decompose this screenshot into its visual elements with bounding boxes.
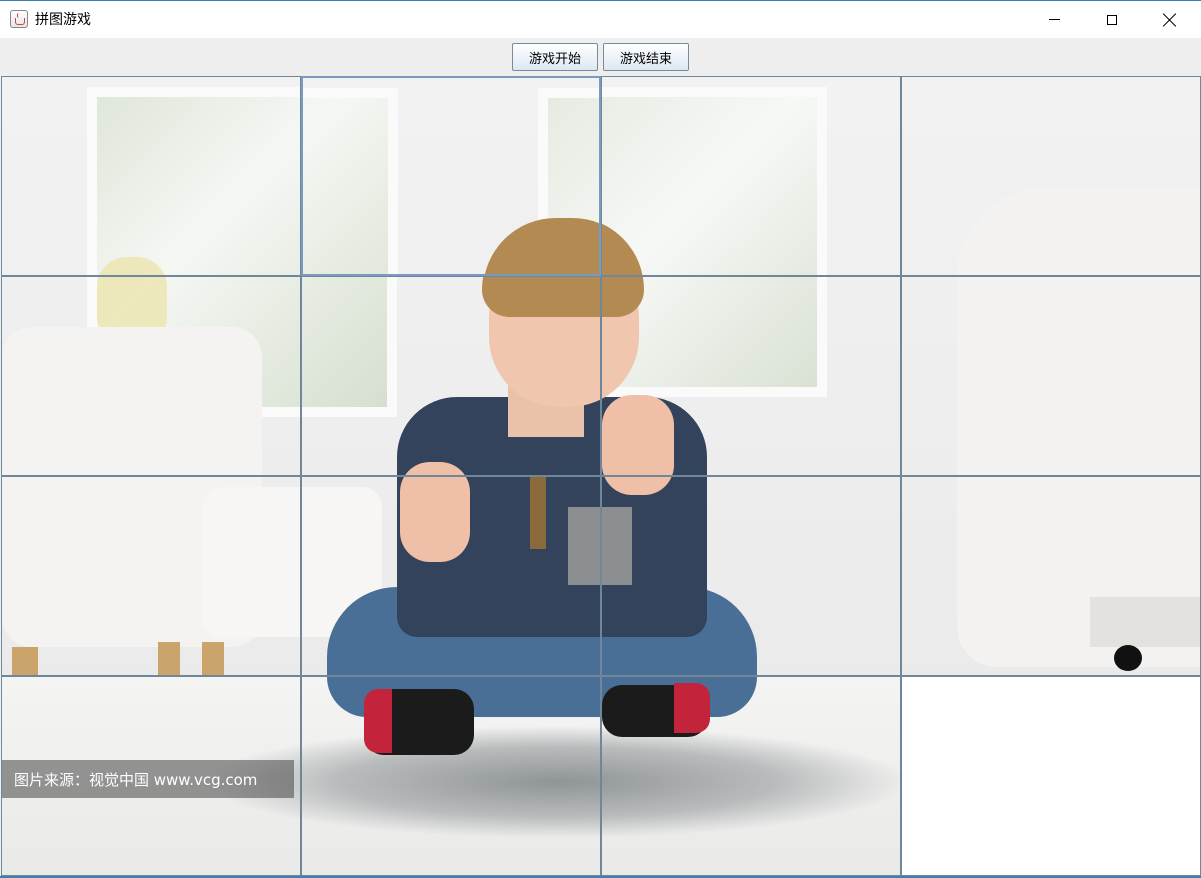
tile-image-piece (902, 277, 1200, 475)
puzzle-tile[interactable] (901, 76, 1201, 276)
end-game-button[interactable]: 游戏结束 (603, 43, 689, 71)
toolbar: 游戏开始 游戏结束 (0, 38, 1201, 76)
puzzle-tile[interactable] (601, 276, 901, 476)
tile-image-piece (302, 677, 600, 875)
tile-image-piece (602, 477, 900, 675)
tile-image-piece (2, 77, 300, 275)
puzzle-tile[interactable] (301, 276, 601, 476)
maximize-button[interactable] (1083, 1, 1141, 38)
tile-image-piece (602, 77, 900, 275)
tile-image-piece (302, 277, 600, 475)
window-titlebar: 拼图游戏 (0, 0, 1201, 38)
tile-image-piece (2, 477, 300, 675)
close-button[interactable] (1141, 1, 1199, 38)
tile-image-piece (902, 477, 1200, 675)
puzzle-tile[interactable] (901, 476, 1201, 676)
tile-image-piece (602, 677, 900, 875)
puzzle-tile[interactable] (601, 676, 901, 876)
puzzle-board (1, 76, 1201, 876)
start-game-button[interactable]: 游戏开始 (512, 43, 598, 71)
close-icon (1163, 13, 1177, 27)
puzzle-tile[interactable] (601, 476, 901, 676)
puzzle-tile-blank[interactable] (901, 676, 1201, 876)
tile-image-piece (2, 277, 300, 475)
tile-image-piece (602, 277, 900, 475)
puzzle-tile[interactable] (1, 276, 301, 476)
maximize-icon (1107, 14, 1117, 25)
tile-image-piece (902, 77, 1200, 275)
puzzle-tile[interactable] (301, 76, 601, 276)
puzzle-tile[interactable] (601, 76, 901, 276)
puzzle-tile[interactable] (1, 476, 301, 676)
tile-image-piece (302, 477, 600, 675)
puzzle-tile[interactable] (901, 276, 1201, 476)
tile-image-piece (303, 78, 599, 274)
puzzle-tile[interactable] (301, 476, 601, 676)
puzzle-tile[interactable] (301, 676, 601, 876)
watermark: 图片来源：视觉中国 www.vcg.com (2, 760, 294, 798)
minimize-button[interactable] (1025, 1, 1083, 38)
minimize-icon (1048, 19, 1060, 20)
java-cup-icon (10, 10, 28, 28)
puzzle-tile[interactable] (1, 76, 301, 276)
window-title: 拼图游戏 (35, 12, 91, 28)
